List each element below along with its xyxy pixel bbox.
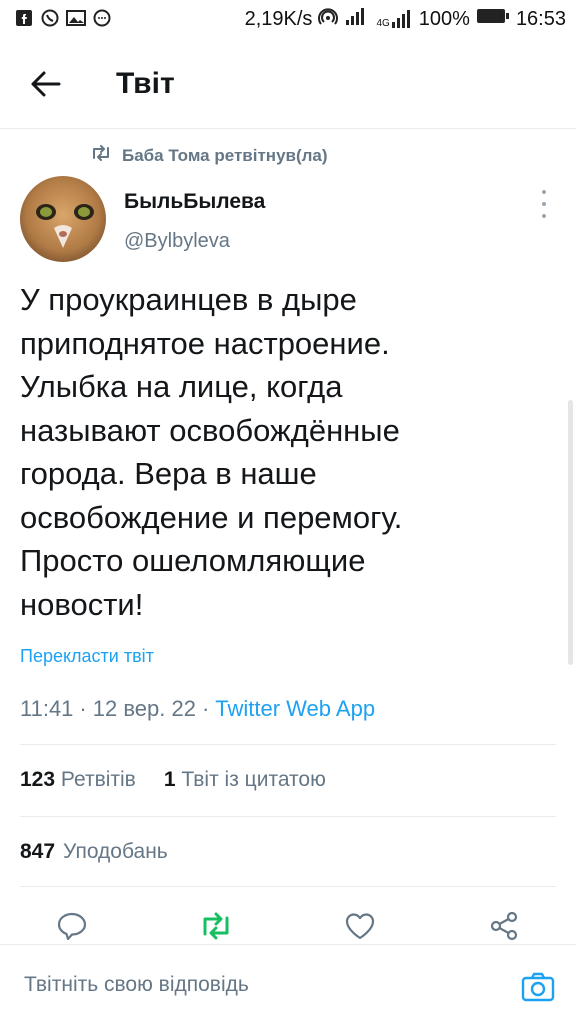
arrow-left-icon bbox=[31, 71, 61, 97]
author-handle[interactable]: @Bylbyleva bbox=[124, 230, 230, 253]
heart-icon bbox=[345, 913, 375, 940]
tweet-text: У проукраинцев в дыре приподнятое настро… bbox=[20, 282, 403, 622]
divider bbox=[20, 816, 556, 817]
back-button[interactable] bbox=[26, 64, 66, 104]
signal-4g-icon: 4G bbox=[376, 9, 412, 29]
status-bar: 2,19K/s 4G 100% 16:53 bbox=[0, 0, 576, 40]
camera-button[interactable] bbox=[518, 967, 558, 1007]
gallery-icon bbox=[66, 8, 86, 28]
camera-icon bbox=[521, 972, 555, 1002]
tweet-date: 12 вер. 22 bbox=[92, 696, 196, 721]
avatar[interactable] bbox=[20, 176, 106, 262]
page-title: Твіт bbox=[116, 67, 175, 100]
meta-separator: · bbox=[79, 696, 87, 721]
share-icon bbox=[490, 911, 518, 941]
tweet-source-link[interactable]: Twitter Web App bbox=[215, 696, 375, 722]
reply-button[interactable] bbox=[52, 906, 92, 946]
retweet-button[interactable] bbox=[196, 906, 236, 946]
scrollbar[interactable] bbox=[568, 400, 573, 665]
retweets-label: Ретвітів bbox=[60, 768, 136, 791]
quotes-stat[interactable]: 1 Твіт із цитатою bbox=[164, 768, 326, 792]
like-button[interactable] bbox=[340, 906, 380, 946]
likes-count: 847 bbox=[20, 840, 56, 863]
stats-row: 123 Ретвітів 1 Твіт із цитатою bbox=[20, 768, 326, 792]
meta-separator: · bbox=[201, 696, 210, 721]
retweet-label: Баба Тома ретвітнув(ла) bbox=[122, 145, 328, 165]
author-name[interactable]: БыльБылева bbox=[124, 190, 265, 214]
viber-icon bbox=[40, 8, 60, 28]
more-dot-icon bbox=[542, 190, 546, 194]
tweet-time: 11:41 bbox=[20, 696, 74, 721]
divider bbox=[20, 886, 556, 887]
top-bar: Твіт bbox=[0, 40, 576, 129]
translate-tweet-link[interactable]: Перекласти твіт bbox=[20, 646, 154, 667]
likes-label: Уподобань bbox=[63, 840, 168, 863]
signal-icon bbox=[344, 6, 370, 32]
retweets-stat[interactable]: 123 Ретвітів bbox=[20, 768, 136, 792]
battery-icon bbox=[476, 7, 510, 31]
retweet-icon bbox=[90, 145, 112, 166]
quotes-label: Твіт із цитатою bbox=[181, 768, 326, 791]
tweet-meta: 11:41 · 12 вер. 22 · Twitter Web App bbox=[20, 696, 375, 722]
share-button[interactable] bbox=[484, 906, 524, 946]
clock: 16:53 bbox=[515, 8, 566, 30]
reply-bar: Твітніть свою відповідь bbox=[0, 944, 576, 1025]
divider bbox=[20, 744, 556, 745]
more-dot-icon bbox=[542, 214, 546, 218]
likes-stat[interactable]: 847 Уподобань bbox=[20, 840, 168, 864]
hotspot-icon bbox=[318, 6, 339, 32]
retweet-attribution[interactable]: Баба Тома ретвітнув(ла) bbox=[90, 145, 328, 166]
retweets-count: 123 bbox=[20, 768, 56, 791]
more-options-button[interactable] bbox=[532, 190, 556, 218]
chat-icon bbox=[92, 8, 112, 28]
facebook-icon bbox=[14, 8, 34, 28]
status-left-icons bbox=[14, 8, 112, 28]
reply-input[interactable]: Твітніть свою відповідь bbox=[24, 973, 249, 997]
network-speed: 2,19K/s bbox=[244, 8, 313, 30]
battery-percent: 100% bbox=[418, 8, 470, 30]
more-dot-icon bbox=[542, 202, 546, 206]
retweet-active-icon bbox=[203, 912, 229, 940]
reply-icon bbox=[57, 912, 87, 941]
status-right: 2,19K/s 4G 100% 16:53 bbox=[245, 6, 566, 32]
quotes-count: 1 bbox=[163, 768, 176, 791]
